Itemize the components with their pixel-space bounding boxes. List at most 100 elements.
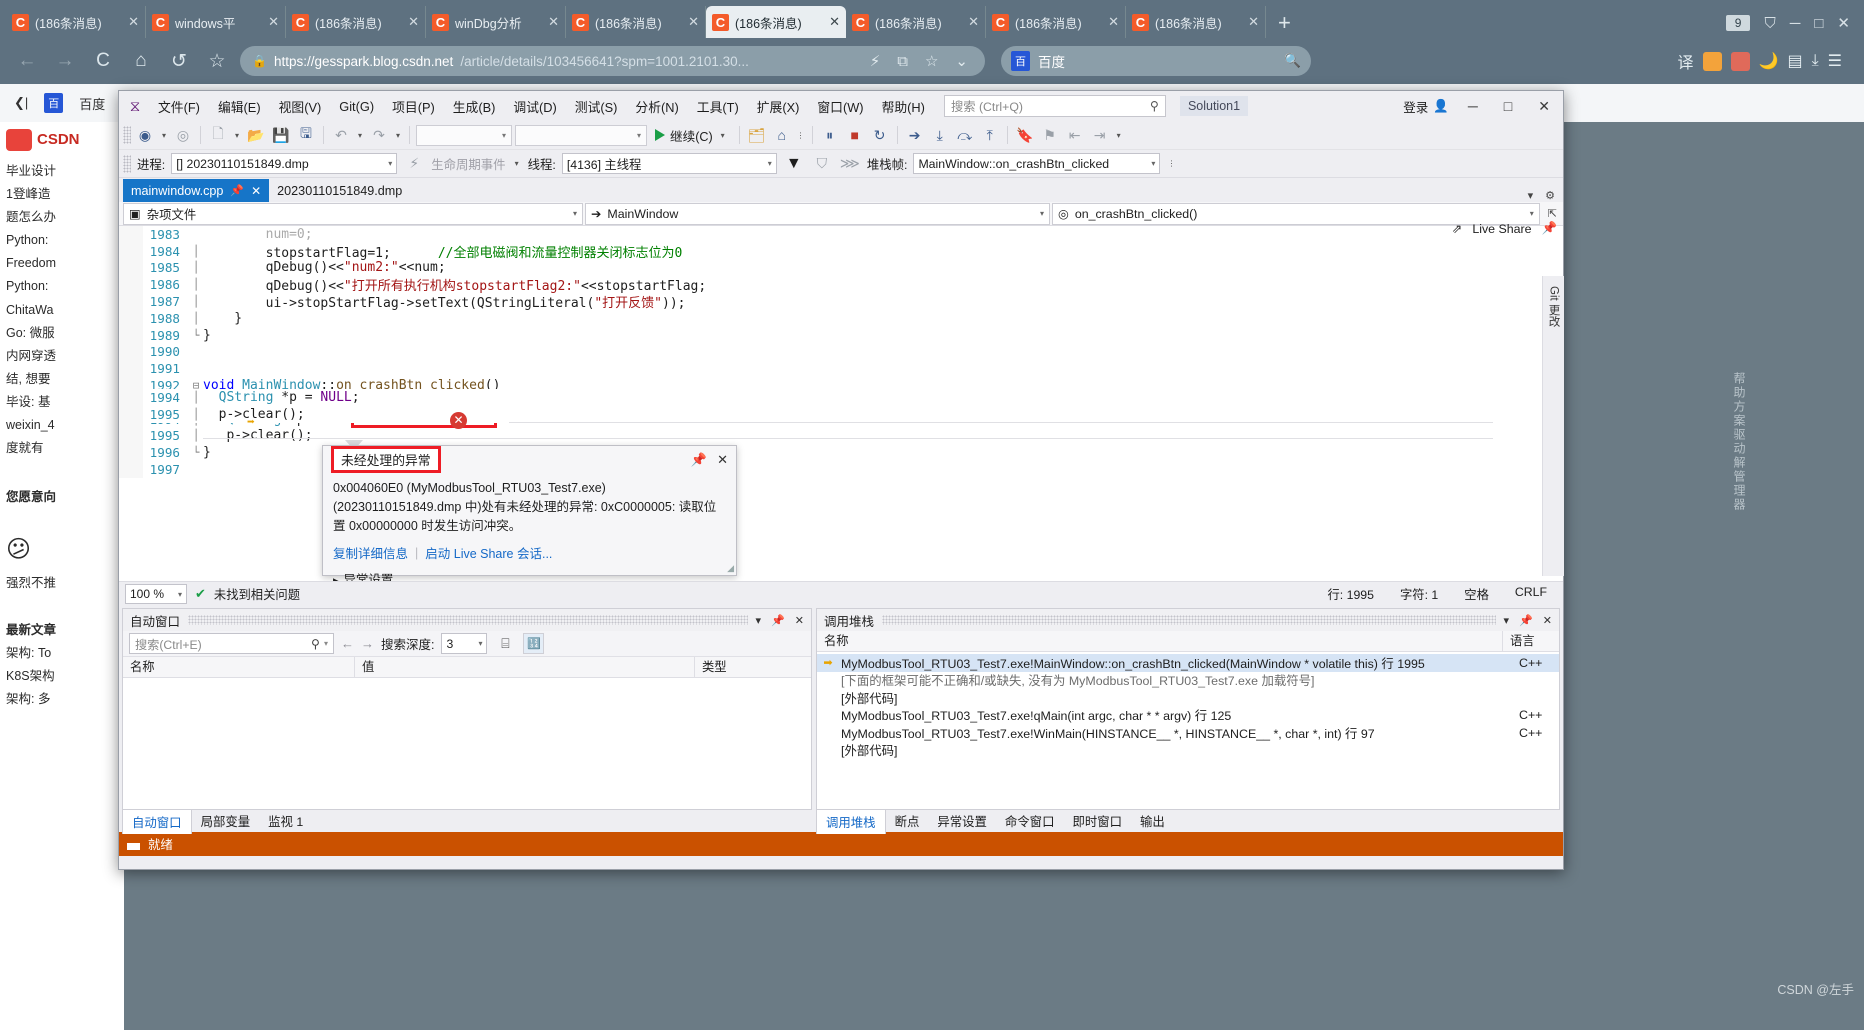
browser-tab[interactable]: C (186条消息) ✕	[986, 6, 1126, 38]
glyph-margin[interactable]	[119, 427, 143, 445]
exception-settings-expander[interactable]: ▶ 异常设置	[323, 562, 736, 581]
chevron-down-icon[interactable]: ▾	[512, 159, 522, 168]
chevron-down-icon[interactable]: ⌄	[950, 52, 973, 70]
tab-exception-settings[interactable]: 异常设置	[928, 809, 996, 833]
tab-list-icon[interactable]: ▾	[1528, 189, 1534, 202]
tab-autos[interactable]: 自动窗口	[122, 808, 192, 834]
browser-tab[interactable]: C (186条消息) ✕	[566, 6, 706, 38]
copy-details-link[interactable]: 复制详细信息	[333, 543, 408, 562]
menu-build[interactable]: 生成(B)	[444, 93, 505, 120]
extension-icon-2[interactable]	[1730, 51, 1750, 71]
close-window-icon[interactable]: ✕	[1837, 14, 1850, 32]
pin-icon[interactable]: 📌	[1519, 614, 1533, 627]
navigate-back-icon[interactable]: ◉	[134, 124, 156, 146]
glyph-margin[interactable]	[119, 326, 143, 344]
flag-filter-icon[interactable]: ⛉	[811, 153, 833, 175]
pin-icon[interactable]: 📌	[691, 452, 707, 468]
indentation-indicator[interactable]: 空格	[1464, 585, 1489, 603]
search-depth-select[interactable]: 3 ▾	[441, 633, 488, 654]
sidebar-item[interactable]: 度就有	[6, 437, 118, 460]
call-stack-row[interactable]: ➡ MyModbusTool_RTU03_Test7.exe!MainWindo…	[817, 654, 1559, 672]
call-stack-row[interactable]: [下面的框架可能不正确和/或缺失, 没有为 MyModbusTool_RTU03…	[817, 672, 1559, 690]
save-all-icon[interactable]: 🖫	[295, 124, 317, 146]
toolbar-grip[interactable]	[123, 154, 131, 173]
menu-extensions[interactable]: 扩展(X)	[748, 93, 809, 120]
glyph-margin[interactable]	[119, 293, 143, 310]
sidebar-item[interactable]: 强烈不推	[6, 572, 118, 595]
column-name[interactable]: 名称	[123, 656, 355, 678]
sidebar-item[interactable]: 架构: To	[6, 642, 118, 665]
minimize-button[interactable]: ─	[1461, 98, 1485, 114]
call-stack-rows[interactable]: ➡ MyModbusTool_RTU03_Test7.exe!MainWindo…	[817, 652, 1559, 809]
pin-rail-icon[interactable]: 📌	[1542, 221, 1557, 236]
chevron-down-icon[interactable]: ▾	[393, 131, 403, 140]
close-tab-icon[interactable]: ✕	[268, 14, 279, 30]
tab-breakpoints[interactable]: 断点	[886, 809, 929, 833]
browser-tab[interactable]: C (186条消息) ✕	[6, 6, 146, 38]
sidebar-item[interactable]: 题怎么办	[6, 206, 118, 229]
line-ending-indicator[interactable]: CRLF	[1515, 585, 1547, 603]
menu-project[interactable]: 项目(P)	[383, 93, 444, 120]
editor-tab-dump[interactable]: 20230110151849.dmp	[269, 179, 410, 202]
rail-git-changes[interactable]: Git 更改	[1546, 286, 1562, 327]
restart-icon[interactable]: ↻	[869, 124, 891, 146]
continue-button[interactable]: 继续(C) ▾	[650, 126, 733, 145]
process-select[interactable]: [] 20230110151849.dmp ▾	[171, 153, 398, 174]
forward-icon[interactable]: →	[50, 50, 80, 72]
tab-output[interactable]: 输出	[1131, 809, 1174, 833]
hot-reload-icon[interactable]: ⌂	[771, 124, 793, 146]
chevron-down-icon[interactable]: ▾	[756, 614, 762, 627]
collections-icon[interactable]: ⛉	[1764, 15, 1775, 32]
autos-search-input[interactable]: 搜索(Ctrl+E) ⚲ ▾	[129, 633, 334, 654]
vs-search-input[interactable]: 搜索 (Ctrl+Q) ⚲	[943, 95, 1166, 117]
open-file-icon[interactable]: 📂	[245, 124, 267, 146]
sidebar-item[interactable]: Python:	[6, 275, 118, 298]
sidebar-item[interactable]: weixin_4	[6, 414, 118, 437]
glyph-margin[interactable]	[119, 226, 143, 243]
search-icon[interactable]: ⚲	[1150, 99, 1159, 113]
chevron-down-icon[interactable]: ▾	[1504, 614, 1510, 627]
show-next-statement-icon[interactable]: ➔	[904, 124, 926, 146]
menu-analyze[interactable]: 分析(N)	[626, 93, 687, 120]
maximize-icon[interactable]: □	[1814, 15, 1823, 32]
favorite-star-icon[interactable]: ☆	[920, 52, 943, 70]
call-stack-row[interactable]: MyModbusTool_RTU03_Test7.exe!WinMain(HIN…	[817, 724, 1559, 742]
nav-project-select[interactable]: ▣ 杂项文件 ▾	[123, 202, 583, 225]
search-prev-icon[interactable]: ←	[341, 636, 354, 651]
close-icon[interactable]: ✕	[795, 614, 804, 627]
prev-bookmark-icon[interactable]: ⇤	[1064, 124, 1086, 146]
sidebar-item[interactable]: Python:	[6, 229, 118, 252]
menu-edit[interactable]: 编辑(E)	[209, 93, 270, 120]
glyph-margin[interactable]	[119, 461, 143, 478]
lifecycle-events-icon[interactable]: ⚡	[403, 153, 425, 175]
navigate-forward-icon[interactable]: ◎	[172, 124, 194, 146]
bookmark-icon[interactable]: ☆	[202, 50, 232, 73]
step-over-icon[interactable]: ⤼	[954, 124, 976, 146]
sidebar-item[interactable]: 架构: 多	[6, 688, 118, 711]
zoom-select[interactable]: 100 % ▾	[125, 584, 187, 604]
lightning-icon[interactable]: ⚡	[865, 52, 886, 70]
nav-class-select[interactable]: ➔ MainWindow ▾	[585, 202, 1050, 225]
code-editor[interactable]: 1983 num=0; 1984 │ stopstartFlag=1; //全部电…	[119, 226, 1563, 581]
call-stack-row[interactable]: [外部代码]	[817, 742, 1559, 760]
drag-handle[interactable]	[882, 615, 1496, 625]
translate-icon[interactable]: 译	[1678, 49, 1694, 73]
search-icon[interactable]: ⚲	[311, 637, 320, 651]
step-out-icon[interactable]: ⤒	[979, 124, 1001, 146]
autos-rows[interactable]	[123, 678, 811, 809]
search-icon[interactable]: 🔍	[1284, 53, 1301, 69]
tab-call-stack[interactable]: 调用堆栈	[816, 808, 886, 834]
menu-icon[interactable]: ☰	[1828, 51, 1842, 71]
close-button[interactable]: ✕	[1531, 98, 1557, 115]
history-icon[interactable]: ↺	[164, 50, 194, 73]
column-language[interactable]: 语言	[1503, 631, 1559, 652]
browser-tab[interactable]: Cwindows平 ✕	[146, 6, 286, 38]
glyph-margin[interactable]	[119, 406, 143, 423]
thread-select[interactable]: [4136] 主线程 ▾	[561, 153, 777, 174]
browser-tab[interactable]: C (186条消息) ✕	[1126, 6, 1266, 38]
emoji-sad-icon[interactable]: 😕	[6, 528, 118, 572]
hex-display-toggle[interactable]: 🔢	[523, 633, 545, 654]
stackframe-select[interactable]: MainWindow::on_crashBtn_clicked ▾	[913, 153, 1161, 174]
close-tab-icon[interactable]: ✕	[968, 14, 979, 30]
glyph-margin[interactable]	[119, 242, 143, 260]
